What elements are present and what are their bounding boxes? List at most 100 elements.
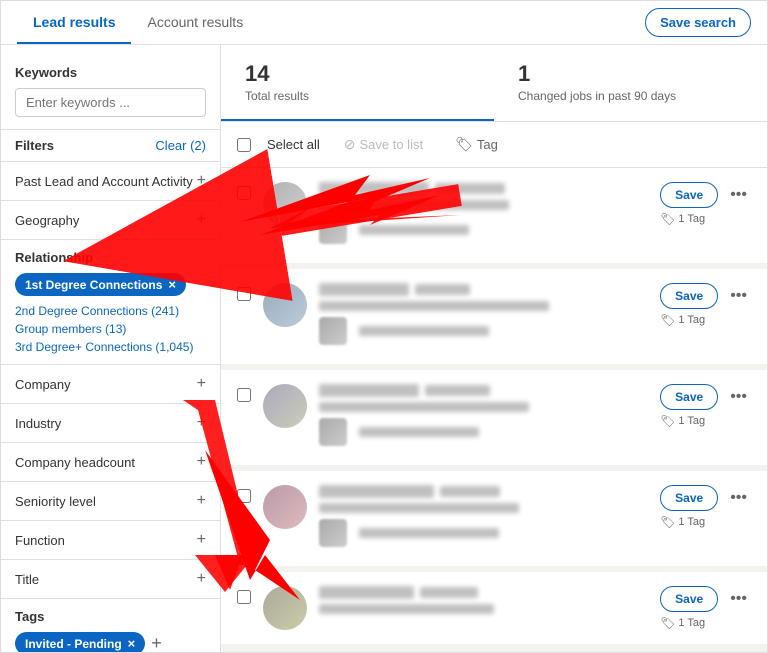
avatar-placeholder-4: [263, 485, 307, 529]
invited-pending-chip[interactable]: Invited - Pending ×: [15, 632, 145, 653]
stat-total-results[interactable]: 14 Total results: [221, 45, 494, 121]
tags-row: Invited - Pending × +: [15, 632, 206, 653]
action-bar: Select all ⊘ Save to list 🏷 Tag: [221, 122, 767, 168]
add-tag-button[interactable]: +: [151, 633, 162, 653]
lead-name-4[interactable]: [319, 485, 434, 498]
tag-count-5: 1 Tag: [678, 617, 705, 629]
lead-list: Save 🏷 1 Tag •••: [221, 168, 767, 644]
more-options-4[interactable]: •••: [726, 485, 751, 511]
tag-info-3: 🏷 1 Tag: [660, 414, 718, 428]
filter-expand-headcount[interactable]: +: [197, 453, 206, 471]
filter-item-past-lead[interactable]: Past Lead and Account Activity +: [1, 161, 220, 200]
lead-title-3: [319, 402, 529, 412]
content-area: 14 Total results 1 Changed jobs in past …: [221, 45, 767, 653]
lead-actions-2: Save 🏷 1 Tag •••: [660, 283, 751, 327]
lead-info-4: [319, 485, 648, 552]
filter-item-geography[interactable]: Geography +: [1, 200, 220, 239]
lead-company-logo-2: [319, 317, 347, 345]
keywords-label: Keywords: [15, 65, 206, 80]
lead-company-logo-4: [319, 519, 347, 547]
lead-title-2: [319, 301, 549, 311]
lead-name-1[interactable]: [319, 182, 429, 195]
lead-avatar-4: [263, 485, 307, 529]
select-all-checkbox[interactable]: [237, 138, 251, 152]
tag-count-1: 1 Tag: [678, 213, 705, 225]
filter-expand-function[interactable]: +: [197, 531, 206, 549]
lead-card-5: Save 🏷 1 Tag •••: [221, 572, 767, 644]
filter-expand-past-lead[interactable]: +: [197, 172, 206, 190]
degree-chip[interactable]: 1st Degree Connections ×: [15, 273, 186, 296]
tags-section: Tags Invited - Pending × +: [1, 598, 220, 653]
filter-expand-seniority[interactable]: +: [197, 492, 206, 510]
lead-company-1: [359, 225, 469, 235]
lead-badge-2: [415, 284, 470, 295]
save-to-list-label: Save to list: [359, 137, 423, 152]
filter-item-industry[interactable]: Industry +: [1, 403, 220, 442]
lead-checkbox-4[interactable]: [237, 489, 251, 503]
tab-account-results[interactable]: Account results: [131, 2, 259, 44]
lead-checkbox-1[interactable]: [237, 186, 251, 200]
lead-info-3: [319, 384, 648, 451]
avatar-placeholder-3: [263, 384, 307, 428]
filter-label-headcount: Company headcount: [15, 455, 135, 470]
save-button-3[interactable]: Save: [660, 384, 718, 410]
save-to-list-button[interactable]: ⊘ Save to list: [336, 132, 431, 157]
more-options-5[interactable]: •••: [726, 586, 751, 612]
save-button-5[interactable]: Save: [660, 586, 718, 612]
tag-icon-1: 🏷: [660, 212, 675, 226]
tag-info-4: 🏷 1 Tag: [660, 515, 718, 529]
filter-item-headcount[interactable]: Company headcount +: [1, 442, 220, 481]
lead-checkbox-2[interactable]: [237, 287, 251, 301]
lead-name-5[interactable]: [319, 586, 414, 599]
lead-avatar-3: [263, 384, 307, 428]
lead-badge-5: [420, 587, 478, 598]
stat-changed-jobs[interactable]: 1 Changed jobs in past 90 days: [494, 45, 767, 121]
filter-item-seniority[interactable]: Seniority level +: [1, 481, 220, 520]
remove-1st-degree-chip[interactable]: ×: [168, 277, 176, 292]
lead-name-row-3: [319, 384, 648, 397]
more-options-1[interactable]: •••: [726, 182, 751, 208]
filters-header: Filters Clear (2): [1, 129, 220, 161]
lead-name-row-4: [319, 485, 648, 498]
lead-badge-4: [440, 486, 500, 497]
save-button-2[interactable]: Save: [660, 283, 718, 309]
select-all-label: Select all: [267, 137, 320, 152]
stats-bar: 14 Total results 1 Changed jobs in past …: [221, 45, 767, 122]
lead-name-row-2: [319, 283, 648, 296]
lead-checkbox-3[interactable]: [237, 388, 251, 402]
tag-icon-3: 🏷: [660, 414, 675, 428]
filter-expand-geography[interactable]: +: [197, 211, 206, 229]
tag-info-5: 🏷 1 Tag: [660, 616, 718, 630]
tag-button[interactable]: 🏷 Tag: [447, 132, 506, 157]
degree-links: 2nd Degree Connections (241) Group membe…: [15, 304, 206, 354]
lead-card-2: Save 🏷 1 Tag •••: [221, 269, 767, 364]
filter-item-function[interactable]: Function +: [1, 520, 220, 559]
3rd-degree-link[interactable]: 3rd Degree+ Connections (1,045): [15, 340, 206, 354]
remove-invited-pending-chip[interactable]: ×: [128, 636, 136, 651]
main-layout: Keywords Filters Clear (2) Past Lead and…: [1, 45, 767, 653]
lead-company-2: [359, 326, 489, 336]
lead-checkbox-5[interactable]: [237, 590, 251, 604]
clear-filters-link[interactable]: Clear (2): [155, 138, 206, 153]
more-options-2[interactable]: •••: [726, 283, 751, 309]
save-button-4[interactable]: Save: [660, 485, 718, 511]
group-members-link[interactable]: Group members (13): [15, 322, 206, 336]
keywords-input[interactable]: [15, 88, 206, 117]
2nd-degree-link[interactable]: 2nd Degree Connections (241): [15, 304, 206, 318]
tab-lead-results[interactable]: Lead results: [17, 2, 131, 44]
lead-name-3[interactable]: [319, 384, 419, 397]
lead-info-5: [319, 586, 648, 620]
lead-title-4: [319, 503, 519, 513]
filter-expand-company[interactable]: +: [197, 375, 206, 393]
save-button-1[interactable]: Save: [660, 182, 718, 208]
filter-expand-title[interactable]: +: [197, 570, 206, 588]
filter-item-title[interactable]: Title +: [1, 559, 220, 598]
lead-card-4: Save 🏷 1 Tag •••: [221, 471, 767, 566]
lead-name-2[interactable]: [319, 283, 409, 296]
total-results-count: 14: [245, 61, 470, 87]
more-options-3[interactable]: •••: [726, 384, 751, 410]
sidebar: Keywords Filters Clear (2) Past Lead and…: [1, 45, 221, 653]
filter-expand-industry[interactable]: +: [197, 414, 206, 432]
filter-item-company[interactable]: Company +: [1, 364, 220, 403]
save-search-button[interactable]: Save search: [645, 8, 751, 37]
